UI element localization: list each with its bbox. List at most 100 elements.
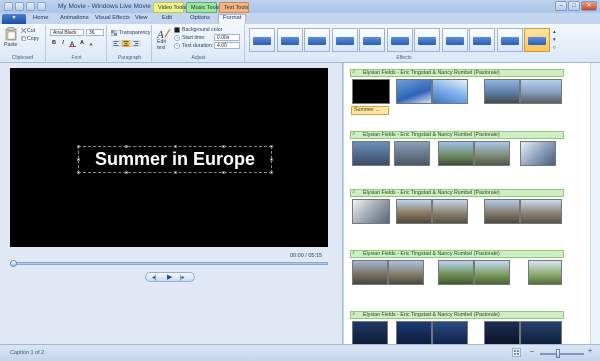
paste-icon[interactable] — [5, 27, 17, 41]
clip-thumbnail[interactable] — [388, 260, 424, 285]
background-color-button[interactable]: Background color — [182, 27, 222, 33]
zoom-slider[interactable] — [540, 353, 584, 355]
clip-thumbnail[interactable] — [396, 321, 432, 344]
tab-edit[interactable]: Edit — [162, 15, 172, 24]
resize-handle[interactable] — [174, 145, 177, 148]
effect-thumbnail[interactable] — [441, 28, 468, 52]
clip-thumbnail[interactable] — [474, 141, 510, 166]
close-button[interactable]: ✕ — [581, 1, 597, 11]
tab-view[interactable]: View — [135, 15, 147, 24]
effect-thumbnail[interactable] — [359, 28, 385, 52]
effects-gallery-more-icon[interactable]: ▿ — [553, 45, 556, 51]
effect-thumbnail[interactable] — [304, 28, 330, 52]
effect-thumbnail[interactable] — [249, 28, 275, 52]
edit-text-button[interactable]: Edit text — [157, 39, 171, 51]
resize-handle[interactable] — [222, 171, 225, 174]
clip-thumbnail[interactable] — [352, 141, 390, 166]
copy-button[interactable]: Copy — [27, 36, 39, 42]
minimize-button[interactable]: – — [555, 1, 567, 11]
zoom-in-icon[interactable]: + — [588, 348, 592, 355]
save-icon[interactable] — [15, 2, 24, 11]
edit-text-icon[interactable]: A — [157, 27, 171, 39]
clip-thumbnail[interactable] — [438, 141, 474, 166]
effects-gallery-up-icon[interactable]: ▴ — [553, 29, 556, 35]
music-track[interactable]: Elysian Fields - Eric Tingstad & Nancy R… — [350, 250, 564, 258]
clip-thumbnail[interactable] — [432, 79, 468, 104]
resize-handle[interactable] — [125, 145, 128, 148]
clip-thumbnail[interactable] — [484, 199, 520, 224]
maximize-button[interactable]: □ — [568, 1, 580, 11]
clip-thumbnail[interactable] — [432, 321, 468, 344]
font-color-icon[interactable]: A — [69, 40, 77, 47]
tab-home[interactable]: Home — [33, 15, 48, 24]
music-track[interactable]: Elysian Fields - Eric Tingstad & Nancy R… — [350, 131, 564, 139]
clip-thumbnail[interactable] — [474, 260, 510, 285]
seek-bar[interactable] — [10, 262, 328, 265]
effect-thumbnail[interactable] — [386, 28, 413, 52]
clip-thumbnail[interactable] — [520, 199, 562, 224]
tab-visual-effects[interactable]: Visual Effects — [95, 15, 130, 24]
music-track[interactable]: Elysian Fields - Eric Tingstad & Nancy R… — [350, 311, 564, 319]
resize-handle[interactable] — [125, 171, 128, 174]
seek-slider-thumb[interactable] — [10, 260, 17, 267]
redo-icon[interactable] — [37, 2, 46, 11]
resize-handle[interactable] — [222, 145, 225, 148]
effect-thumbnail[interactable] — [496, 28, 523, 52]
bold-button[interactable]: B — [50, 40, 58, 47]
storyboard-view-icon[interactable] — [512, 348, 521, 357]
clip-thumbnail[interactable] — [520, 321, 562, 344]
font-size-select[interactable]: 36 — [86, 29, 104, 36]
storyboard-scrollbar[interactable] — [590, 63, 600, 344]
undo-icon[interactable] — [26, 2, 35, 11]
application-menu-button[interactable]: ▾ — [2, 14, 26, 24]
transparency-button[interactable]: Transparency — [119, 30, 151, 36]
tab-animations[interactable]: Animations — [60, 15, 89, 24]
clip-thumbnail[interactable] — [438, 260, 474, 285]
music-track[interactable]: Elysian Fields - Eric Tingstad & Nancy R… — [350, 69, 564, 77]
resize-handle[interactable] — [174, 171, 177, 174]
clip-thumbnail[interactable] — [394, 141, 430, 166]
caption-text-box[interactable]: Summer in Europe — [77, 145, 273, 174]
clip-thumbnail[interactable] — [396, 199, 432, 224]
clip-thumbnail[interactable] — [396, 79, 432, 104]
app-menu-icon[interactable] — [4, 2, 13, 11]
clip-thumbnail[interactable] — [520, 141, 556, 166]
play-icon[interactable]: ▶ — [167, 273, 172, 281]
effects-gallery-down-icon[interactable]: ▾ — [553, 37, 556, 43]
resize-handle[interactable] — [270, 158, 273, 161]
zoom-slider-thumb[interactable] — [556, 349, 560, 358]
grow-font-button[interactable]: A — [78, 40, 86, 47]
italic-button[interactable]: I — [59, 40, 67, 47]
caption-text[interactable]: Summer in Europe — [79, 149, 271, 170]
tab-options[interactable]: Options — [190, 15, 210, 24]
clip-thumbnail[interactable] — [352, 79, 390, 104]
effect-thumbnail[interactable] — [469, 28, 495, 52]
zoom-out-icon[interactable]: – — [530, 348, 534, 355]
shrink-font-button[interactable]: A — [87, 41, 95, 48]
font-family-select[interactable]: Arial Black — [50, 29, 84, 36]
effect-thumbnail[interactable] — [414, 28, 440, 52]
clip-thumbnail[interactable] — [352, 199, 390, 224]
caption-clip[interactable]: Summer ... — [351, 106, 389, 115]
clip-thumbnail[interactable] — [528, 260, 562, 285]
paste-button[interactable]: Paste — [4, 42, 17, 48]
start-time-input[interactable]: 0.00s — [214, 34, 240, 41]
effect-thumbnail[interactable] — [276, 28, 303, 52]
clip-thumbnail[interactable] — [432, 199, 468, 224]
clip-thumbnail[interactable] — [484, 79, 520, 104]
clip-thumbnail[interactable] — [352, 260, 388, 285]
preview-monitor[interactable]: Summer in Europe — [10, 68, 328, 247]
effect-thumbnail[interactable] — [524, 28, 550, 52]
previous-frame-icon[interactable]: ◂| — [152, 274, 157, 281]
text-duration-input[interactable]: 4.00 — [214, 42, 240, 49]
music-track[interactable]: Elysian Fields - Eric Tingstad & Nancy R… — [350, 189, 564, 197]
clip-thumbnail[interactable] — [352, 321, 388, 344]
next-frame-icon[interactable]: |▸ — [180, 274, 185, 281]
resize-handle[interactable] — [270, 171, 273, 174]
clip-thumbnail[interactable] — [484, 321, 520, 344]
resize-handle[interactable] — [270, 145, 273, 148]
cut-button[interactable]: Cut — [27, 28, 35, 34]
resize-handle[interactable] — [77, 145, 80, 148]
clip-thumbnail[interactable] — [520, 79, 562, 104]
resize-handle[interactable] — [77, 158, 80, 161]
